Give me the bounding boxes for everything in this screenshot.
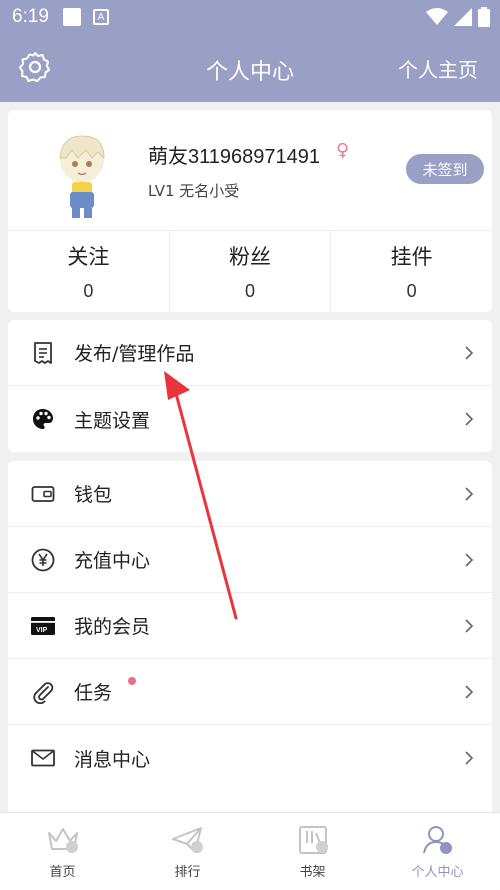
person-icon bbox=[422, 826, 452, 854]
vip-icon: VIP bbox=[30, 613, 56, 639]
stat-label: 挂件 bbox=[390, 245, 433, 269]
stat-label: 关注 bbox=[67, 245, 110, 269]
wallet-icon bbox=[30, 481, 56, 507]
menu-item-recharge-center[interactable]: 充值中心 bbox=[8, 527, 492, 593]
menu-item-label: 发布/管理作品 bbox=[74, 343, 195, 365]
stat-value: 0 bbox=[406, 281, 417, 301]
chevron-right-icon bbox=[465, 345, 474, 360]
avatar[interactable] bbox=[48, 130, 116, 220]
menu-item-publish-works[interactable]: 发布/管理作品 bbox=[8, 320, 492, 386]
yen-icon bbox=[30, 547, 56, 573]
paper-plane-icon bbox=[171, 827, 203, 853]
tab-label: 排行 bbox=[174, 865, 201, 880]
paperclip-icon bbox=[30, 679, 56, 705]
battery-icon bbox=[478, 7, 490, 27]
wifi-icon bbox=[426, 8, 448, 25]
status-time: 6:19 bbox=[12, 6, 49, 27]
svg-text:VIP: VIP bbox=[36, 627, 48, 634]
menu-item-label: 我的会员 bbox=[74, 616, 151, 638]
chevron-right-icon bbox=[465, 552, 474, 567]
sign-in-button[interactable]: 未签到 bbox=[406, 154, 484, 184]
menu-item-tasks[interactable]: 任务 bbox=[8, 659, 492, 725]
mail-icon bbox=[30, 745, 56, 771]
menu-item-my-membership[interactable]: VIP 我的会员 bbox=[8, 593, 492, 659]
menu-item-label: 主题设置 bbox=[74, 409, 151, 432]
tab-personal-center[interactable]: 个人中心 bbox=[375, 813, 500, 890]
menu-group-account: 钱包 充值中心 VIP 我的会员 任务 消息中心 bbox=[8, 461, 492, 821]
tab-bookshelf[interactable]: 书架 bbox=[250, 813, 375, 890]
profile-card: 萌友311968971491 ♀ LV1 无名小受 未签到 关注 0 粉丝 0 … bbox=[8, 110, 492, 312]
female-gender-icon: ♀ bbox=[336, 140, 350, 161]
status-bar: 6:19 A bbox=[0, 0, 500, 34]
menu-item-label: 充值中心 bbox=[74, 550, 151, 572]
menu-item-wallet[interactable]: 钱包 bbox=[8, 461, 492, 527]
palette-icon bbox=[30, 406, 56, 432]
bottom-tab-bar: 首页 排行 书架 个人中心 bbox=[0, 812, 500, 890]
profile-stats: 关注 0 粉丝 0 挂件 0 bbox=[8, 230, 492, 312]
chevron-right-icon bbox=[465, 486, 474, 501]
signal-icon bbox=[454, 8, 472, 26]
chevron-right-icon bbox=[465, 684, 474, 699]
menu-group-works: 发布/管理作品 主题设置 bbox=[8, 320, 492, 452]
user-level: LV1 无名小受 bbox=[148, 182, 240, 200]
app-bar: 个人中心 个人主页 bbox=[0, 34, 500, 102]
bookshelf-icon bbox=[298, 826, 328, 854]
stat-pendants[interactable]: 挂件 0 bbox=[331, 231, 492, 312]
stat-following[interactable]: 关注 0 bbox=[8, 231, 170, 312]
chevron-right-icon bbox=[465, 751, 474, 765]
chevron-right-icon bbox=[465, 618, 474, 633]
menu-item-label: 消息中心 bbox=[74, 748, 151, 771]
nickname: 萌友311968971491 bbox=[148, 146, 320, 168]
tab-label: 首页 bbox=[49, 865, 76, 880]
tab-ranking[interactable]: 排行 bbox=[125, 813, 250, 890]
chevron-right-icon bbox=[465, 412, 474, 426]
crown-icon bbox=[47, 828, 78, 853]
stat-fans[interactable]: 粉丝 0 bbox=[170, 231, 332, 312]
menu-item-theme-settings[interactable]: 主题设置 bbox=[8, 386, 492, 452]
stat-label: 粉丝 bbox=[229, 245, 271, 269]
tab-label: 书架 bbox=[299, 865, 326, 880]
tab-home[interactable]: 首页 bbox=[0, 813, 125, 890]
notification-square-icon bbox=[62, 8, 81, 26]
personal-homepage-link[interactable]: 个人主页 bbox=[398, 54, 478, 83]
a-notification-icon: A bbox=[92, 9, 109, 25]
stat-value: 0 bbox=[83, 281, 94, 301]
document-icon bbox=[30, 340, 56, 366]
stat-value: 0 bbox=[245, 281, 256, 301]
tab-label: 个人中心 bbox=[411, 865, 464, 880]
menu-item-message-center[interactable]: 消息中心 bbox=[8, 725, 492, 791]
menu-item-label: 钱包 bbox=[74, 484, 113, 506]
new-badge-dot bbox=[128, 677, 136, 685]
